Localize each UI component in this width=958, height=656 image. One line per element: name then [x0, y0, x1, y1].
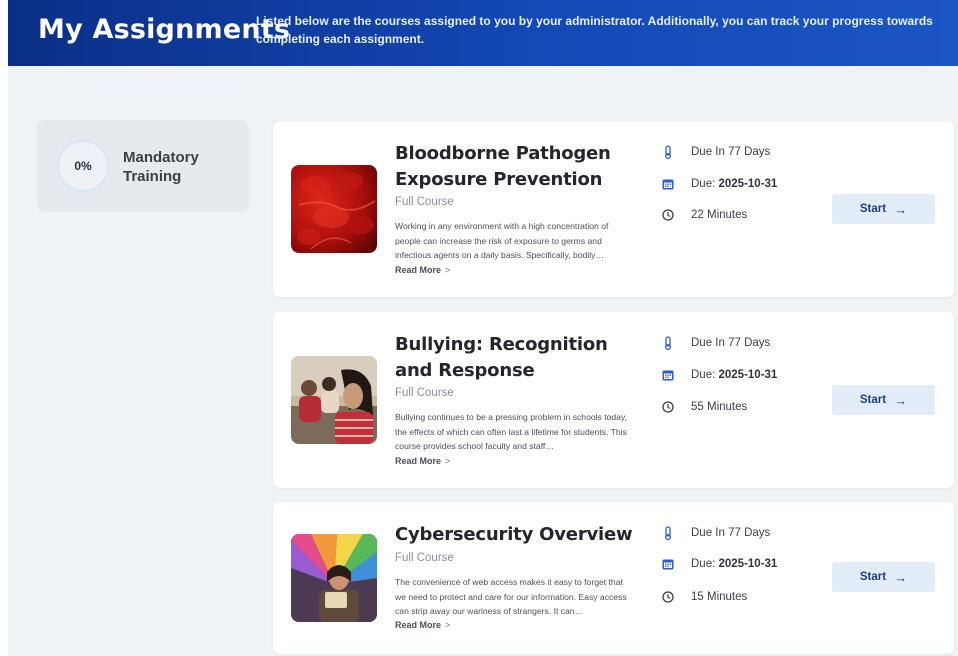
clock-icon: [661, 590, 675, 604]
course-title[interactable]: Bullying: Recognition and Response: [395, 332, 635, 384]
duration-text: 22 Minutes: [691, 209, 748, 221]
students-image: [291, 356, 377, 444]
due-date: 2025-10-31: [718, 369, 778, 381]
thermometer-icon: [661, 526, 675, 540]
course-thumbnail[interactable]: [291, 165, 377, 253]
start-label: Start: [859, 394, 887, 406]
due-label: Due:: [691, 178, 716, 190]
read-more-label: Read More: [395, 620, 442, 630]
header-description: Listed below are the courses assigned to…: [256, 14, 933, 46]
thermometer-icon: [661, 145, 675, 159]
course-card: Cybersecurity Overview Full Course The c…: [273, 502, 954, 654]
start-label: Start: [859, 203, 887, 215]
course-description: Bullying continues to be a pressing prob…: [395, 412, 627, 451]
duration-row: 55 Minutes: [661, 398, 747, 416]
course-card: Bullying: Recognition and Response Full …: [273, 312, 954, 488]
progress-label: Mandatory Training: [123, 149, 199, 185]
progress-ring: 0%: [57, 140, 109, 192]
clock-icon: [661, 400, 675, 414]
due-in-row: Due In 77 Days: [661, 334, 770, 352]
course-type: Full Course: [395, 552, 454, 564]
course-type: Full Course: [395, 387, 454, 399]
course-title[interactable]: Bloodborne Pathogen Exposure Prevention: [395, 141, 635, 193]
clock-icon: [661, 208, 675, 222]
due-in-text: Due In 77 Days: [691, 337, 771, 349]
start-button[interactable]: Start →: [832, 194, 935, 224]
page-content: My Assignments Listed below are the cour…: [8, 0, 958, 656]
due-date: 2025-10-31: [718, 558, 778, 570]
duration-row: 22 Minutes: [661, 206, 747, 224]
start-label: Start: [859, 571, 887, 583]
progress-percent: 0%: [74, 159, 92, 173]
thermometer-icon: [661, 336, 675, 350]
due-in-text: Due In 77 Days: [691, 527, 771, 539]
due-in-text: Due In 77 Days: [691, 146, 771, 158]
read-more-link[interactable]: Read More >: [395, 620, 450, 630]
duration-row: 15 Minutes: [661, 588, 747, 606]
course-description: Working in any environment with a high c…: [395, 221, 609, 260]
due-label: Due:: [691, 558, 716, 570]
header-banner: My Assignments Listed below are the cour…: [8, 0, 958, 66]
course-card: Bloodborne Pathogen Exposure Prevention …: [273, 121, 954, 297]
course-thumbnail[interactable]: [291, 356, 377, 444]
mandatory-training-progress-card[interactable]: 0% Mandatory Training: [37, 120, 249, 212]
course-type: Full Course: [395, 196, 454, 208]
start-button[interactable]: Start →: [832, 385, 935, 415]
page-title: My Assignments: [38, 14, 291, 45]
read-more-label: Read More: [395, 456, 442, 466]
due-label: Due:: [691, 369, 716, 381]
arrow-right-icon: →: [894, 569, 908, 585]
due-date: 2025-10-31: [718, 178, 778, 190]
blood-cells-image: [291, 165, 377, 253]
page: My Assignments Listed below are the cour…: [0, 0, 958, 656]
due-in-row: Due In 77 Days: [661, 143, 770, 161]
read-more-label: Read More: [395, 265, 442, 275]
read-more-link[interactable]: Read More >: [395, 456, 450, 466]
umbrella-tablet-image: [291, 534, 377, 622]
arrow-right-icon: →: [894, 392, 908, 408]
course-thumbnail[interactable]: [291, 534, 377, 622]
start-button[interactable]: Start →: [832, 562, 935, 592]
due-date-row: Due: 2025-10-31: [661, 366, 777, 384]
due-date-row: Due: 2025-10-31: [661, 555, 777, 573]
arrow-right-icon: →: [894, 201, 908, 217]
read-more-link[interactable]: Read More >: [395, 265, 450, 275]
calendar-icon: [661, 177, 675, 191]
due-date-row: Due: 2025-10-31: [661, 175, 777, 193]
due-in-row: Due In 77 Days: [661, 524, 770, 542]
calendar-icon: [661, 557, 675, 571]
calendar-icon: [661, 368, 675, 382]
duration-text: 15 Minutes: [691, 591, 748, 603]
course-description: The convenience of web access makes it e…: [395, 577, 627, 616]
chevron-right-icon: >: [445, 456, 451, 466]
course-title[interactable]: Cybersecurity Overview: [395, 522, 635, 548]
duration-text: 55 Minutes: [691, 401, 748, 413]
chevron-right-icon: >: [445, 265, 451, 275]
chevron-right-icon: >: [445, 620, 451, 630]
